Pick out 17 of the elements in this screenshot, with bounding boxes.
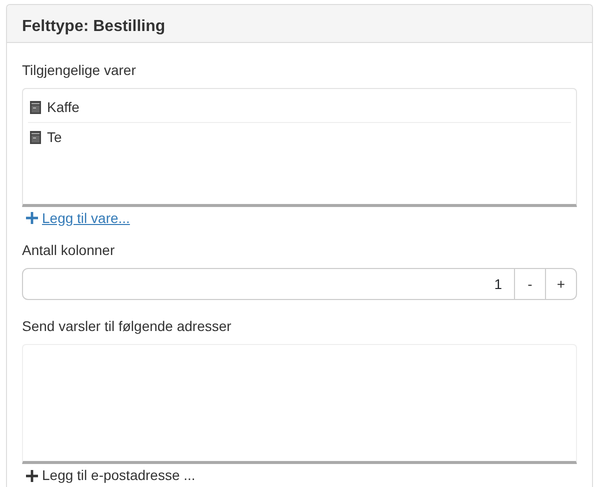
- item-name: Te: [47, 128, 62, 146]
- stepper-button[interactable]: -: [514, 268, 546, 300]
- add-email-link[interactable]: Legg til e-postadresse ...: [22, 464, 200, 486]
- list-item[interactable]: Te: [28, 122, 571, 151]
- add-item-link[interactable]: Legg til vare...: [22, 207, 134, 229]
- field-label: Tilgjengelige varer: [22, 61, 136, 80]
- columns-input[interactable]: 1: [22, 268, 515, 300]
- plus-icon: [26, 470, 38, 482]
- document-icon: [30, 101, 41, 114]
- list-item[interactable]: Kaffe: [28, 93, 571, 122]
- field-label: Send varsler til følgende adresser: [22, 317, 232, 336]
- stepper-button[interactable]: +: [545, 268, 577, 300]
- item-name: Kaffe: [47, 98, 80, 117]
- field-label: Antall kolonner: [22, 241, 115, 260]
- panel-title: Felttype: Bestilling: [7, 5, 592, 43]
- document-icon: [30, 130, 41, 144]
- plus-icon: [26, 212, 38, 224]
